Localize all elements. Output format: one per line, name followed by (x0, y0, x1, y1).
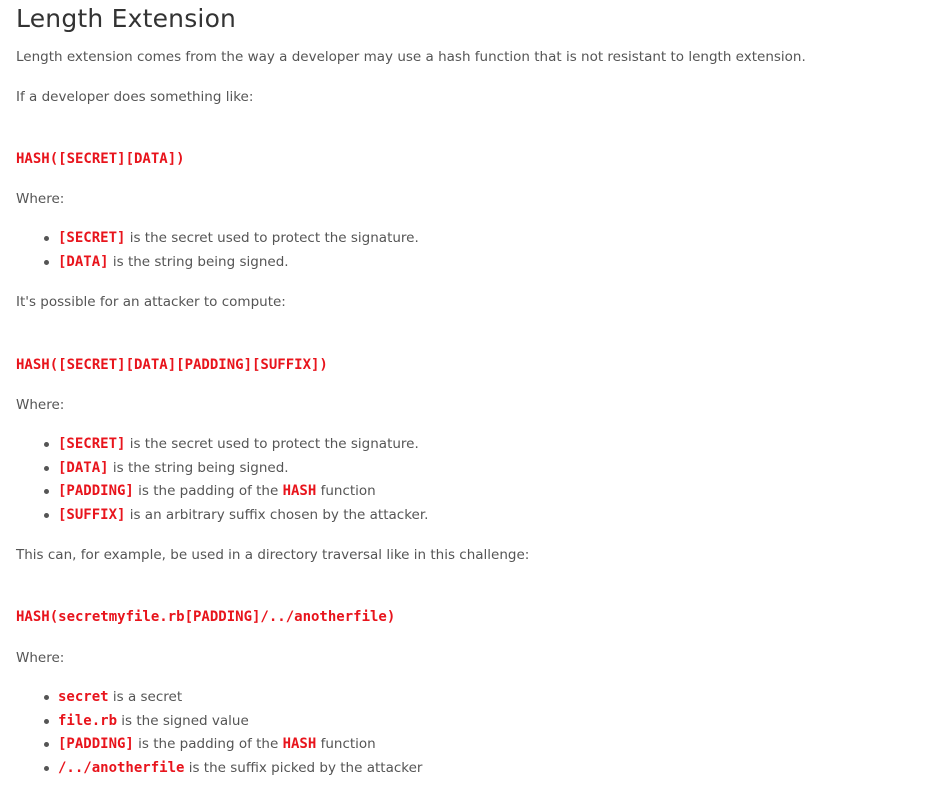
list-item-text: is the signed value (117, 712, 249, 729)
inline-code: [SUFFIX] (58, 506, 126, 523)
code-block-hash-padding-suffix: HASH([SECRET][DATA][PADDING][SUFFIX]) (16, 357, 328, 373)
where-label-3: Where: (16, 650, 65, 666)
inline-code: file.rb (58, 712, 118, 729)
bullet-icon (44, 765, 49, 771)
list-item-text: function (316, 483, 376, 499)
list-item: [DATA] is the string being signed. (42, 253, 419, 277)
bullet-icon (44, 742, 49, 747)
list-item-text: is the string being signed. (108, 253, 289, 270)
if-developer-paragraph: If a developer does something like: (16, 89, 254, 105)
list-item-text: function (316, 736, 376, 752)
list-item: [PADDING] is the padding of the HASH fun… (42, 735, 422, 759)
where-label-1: Where: (16, 191, 65, 207)
list-item-text: is the suffix picked by the attacker (184, 759, 423, 776)
definition-list-2: [SECRET] is the secret used to protect t… (42, 435, 428, 529)
inline-code: HASH (282, 483, 317, 499)
intro-paragraph: Length extension comes from the way a de… (16, 49, 806, 65)
list-item: [PADDING] is the padding of the HASH fun… (42, 482, 428, 506)
code-block-hash-secret-data: HASH([SECRET][DATA]) (16, 151, 185, 167)
list-item: file.rb is the signed value (42, 712, 422, 736)
definition-list-1: [SECRET] is the secret used to protect t… (42, 229, 419, 276)
bullet-icon (44, 489, 49, 494)
possible-paragraph: It's possible for an attacker to compute… (16, 294, 286, 310)
list-item-text: is the padding of the (133, 483, 283, 499)
inline-code: HASH (282, 736, 317, 752)
bullet-icon (44, 718, 49, 724)
bullet-icon (44, 236, 49, 241)
list-item: /../anotherfile is the suffix picked by … (42, 759, 422, 783)
inline-code: secret (58, 689, 109, 705)
bullet-icon (44, 259, 49, 265)
list-item-text: is the secret used to protect the signat… (125, 230, 419, 246)
list-item: [SUFFIX] is an arbitrary suffix chosen b… (42, 506, 428, 530)
bullet-icon (44, 465, 49, 471)
list-item-text: is the secret used to protect the signat… (125, 436, 419, 452)
inline-code: [DATA] (58, 253, 109, 270)
list-item-text: is the string being signed. (108, 459, 289, 476)
inline-code: [PADDING] (58, 483, 134, 499)
page-title: Length Extension (16, 4, 237, 33)
bullet-icon (44, 442, 49, 447)
where-label-2: Where: (16, 397, 65, 413)
definition-list-3: secret is a secret file.rb is the signed… (42, 688, 422, 782)
inline-code: [PADDING] (58, 736, 134, 752)
inline-code: [SECRET] (58, 436, 126, 452)
list-item-text: is a secret (108, 689, 183, 705)
list-item: secret is a secret (42, 688, 422, 712)
list-item: [DATA] is the string being signed. (42, 459, 428, 483)
inline-code: /../anotherfile (58, 759, 185, 776)
bullet-icon (44, 512, 49, 518)
list-item-text: is an arbitrary suffix chosen by the att… (125, 506, 429, 523)
code-block-directory-traversal: HASH(secretmyfile.rb[PADDING]/../another… (16, 609, 396, 625)
inline-code: [DATA] (58, 459, 109, 476)
list-item-text: is the padding of the (133, 736, 283, 752)
bullet-icon (44, 695, 49, 700)
list-item: [SECRET] is the secret used to protect t… (42, 435, 428, 459)
list-item: [SECRET] is the secret used to protect t… (42, 229, 419, 253)
example-paragraph: This can, for example, be used in a dire… (16, 547, 530, 563)
inline-code: [SECRET] (58, 230, 126, 246)
